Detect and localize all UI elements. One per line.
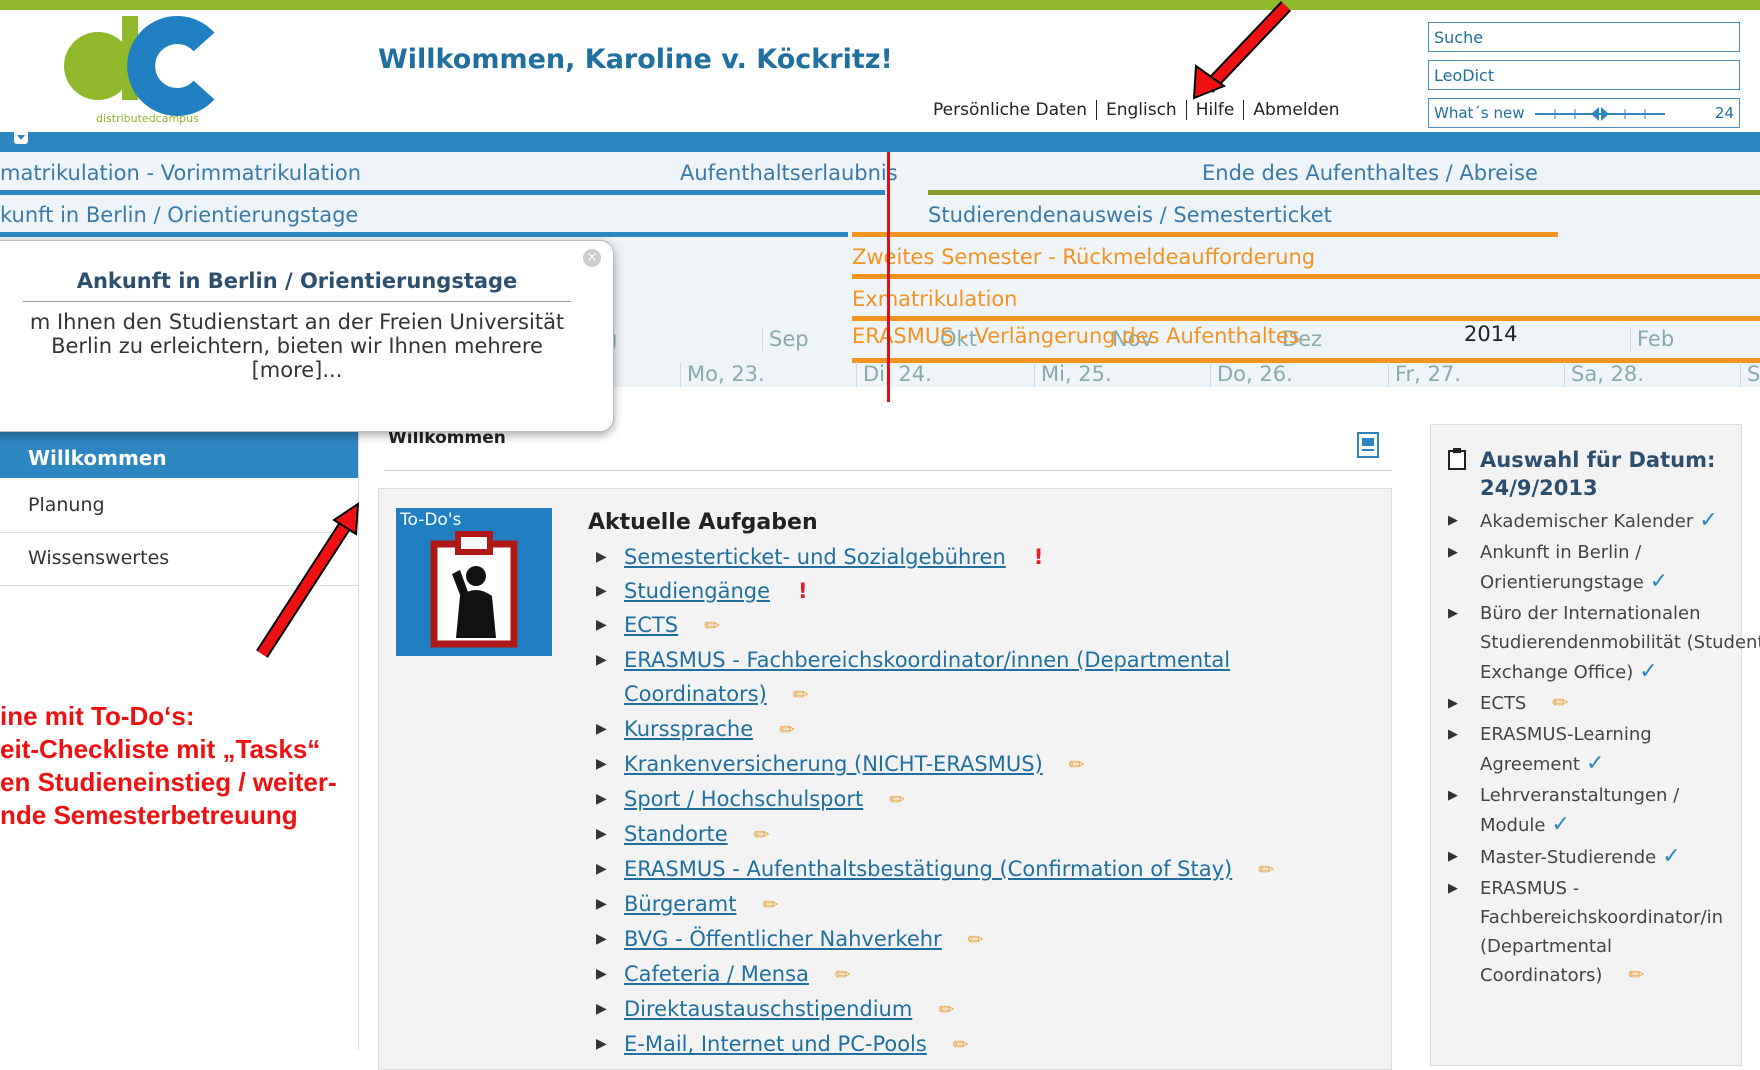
annotation-line: ine mit To-Do‘s: [0, 701, 195, 731]
annotation-line: nde Semesterbetreuung [0, 800, 298, 830]
red-arrow-icon [256, 502, 360, 658]
annotation-arrows [256, 1, 1292, 658]
annotation-callout: ine mit To-Do‘s: eit-Checkliste mit „Tas… [0, 700, 337, 832]
red-arrow-icon [1192, 1, 1292, 100]
annotation-line: en Studieneinstieg / weiter- [0, 767, 337, 797]
annotation-line: eit-Checkliste mit „Tasks“ [0, 734, 321, 764]
